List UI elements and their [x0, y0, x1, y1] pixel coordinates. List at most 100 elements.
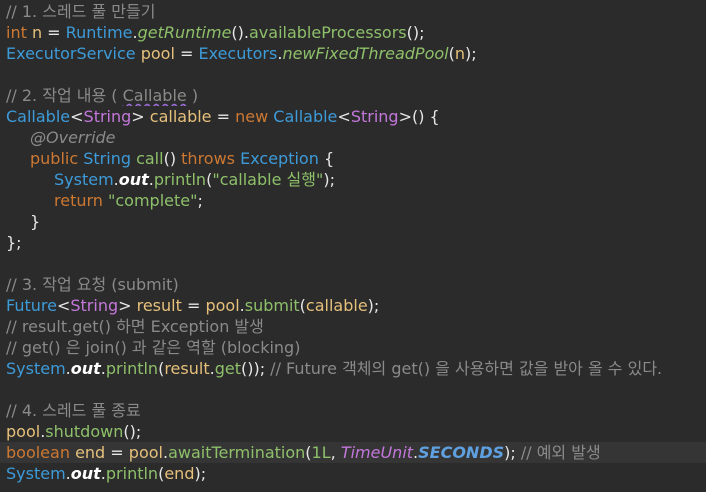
code-line[interactable]: // result.get() 하면 Exception 발생 [0, 316, 706, 337]
code-token: "callable 실행" [212, 170, 324, 189]
code-token: () [231, 23, 244, 42]
code-line[interactable]: pool.shutdown(); [0, 421, 706, 442]
code-token: Callable [6, 107, 71, 126]
code-token: println [153, 170, 207, 189]
code-token: // 2. 작업 내용 ( [6, 86, 123, 105]
code-token: { [318, 149, 335, 168]
code-token: String [350, 107, 399, 126]
code-token: < [56, 296, 71, 315]
code-token: >() { [398, 107, 440, 126]
code-token: throws [181, 149, 236, 168]
code-token: call [136, 149, 164, 168]
code-token: = [42, 23, 66, 42]
code-token: result [136, 296, 182, 315]
code-line[interactable] [0, 253, 706, 274]
code-token: out [70, 464, 101, 483]
code-token: Callable [122, 86, 187, 105]
code-line[interactable]: @Override [0, 127, 706, 148]
code-line[interactable]: System.out.println(end); [0, 463, 706, 484]
code-token: boolean [6, 443, 70, 462]
code-token: out [70, 359, 101, 378]
code-editor[interactable]: // 1. 스레드 풀 만들기 int n = Runtime.getRunti… [0, 0, 706, 492]
code-token: (); [406, 23, 425, 42]
code-line[interactable]: public String call() throws Exception { [0, 148, 706, 169]
code-token: // 3. 작업 요청 (submit) [6, 275, 179, 294]
code-token: newFixedThreadPool [282, 44, 449, 63]
code-line[interactable] [0, 64, 706, 85]
code-token: String [83, 107, 132, 126]
code-line[interactable]: Future<String> result = pool.submit(call… [0, 295, 706, 316]
code-token: n [31, 23, 43, 42]
code-token: submit [244, 296, 300, 315]
code-token: = [174, 44, 199, 63]
code-token: // result.get() 하면 Exception 발생 [6, 317, 264, 336]
code-token: = [181, 296, 206, 315]
code-token: int [6, 23, 27, 42]
code-token: pool [205, 296, 240, 315]
code-token: out [118, 170, 149, 189]
code-token: ExecutorService [6, 44, 136, 63]
code-token: System [54, 170, 114, 189]
code-token: }; [6, 233, 22, 252]
code-token: System [6, 464, 66, 483]
code-line[interactable]: return "complete"; [0, 190, 706, 211]
code-token: pool [128, 443, 163, 462]
code-token: n [454, 44, 465, 63]
code-token: System [6, 359, 66, 378]
code-line-current[interactable]: boolean end = pool.awaitTermination(1L, … [0, 442, 706, 463]
code-line[interactable]: // 3. 작업 요청 (submit) [0, 274, 706, 295]
code-token: < [337, 107, 351, 126]
code-token: } [30, 212, 41, 231]
code-token: ); [194, 464, 207, 483]
code-line[interactable]: // 1. 스레드 풀 만들기 [0, 1, 706, 22]
code-token: Future [6, 296, 57, 315]
code-token: pool [140, 44, 175, 63]
code-token: SECONDS [418, 443, 505, 462]
code-token: @Override [30, 128, 116, 147]
code-line[interactable]: System.out.println("callable 실행"); [0, 169, 706, 190]
code-token: = [211, 107, 236, 126]
code-token: ()); [240, 359, 271, 378]
code-token: ); [464, 44, 477, 63]
code-token: end [164, 464, 195, 483]
code-token: 1L [311, 443, 331, 462]
code-token: new [235, 107, 269, 126]
code-token: end [75, 443, 106, 462]
code-token: Runtime [65, 23, 133, 42]
code-line[interactable]: ExecutorService pool = Executors.newFixe… [0, 43, 706, 64]
code-token: , [330, 443, 341, 462]
code-token: get [214, 359, 241, 378]
code-line[interactable]: // get() 은 join() 과 같은 역할 (blocking) [0, 337, 706, 358]
code-token: ) [186, 86, 199, 105]
code-line[interactable]: System.out.println(result.get()); // Fut… [0, 358, 706, 379]
code-token: ); [367, 296, 380, 315]
code-token: awaitTermination [168, 443, 306, 462]
code-token: ; [197, 191, 203, 210]
code-token: ); [323, 170, 335, 189]
code-token: // 예외 발생 [520, 443, 601, 462]
code-token: availableProcessors [249, 23, 407, 42]
code-token: > [118, 296, 137, 315]
code-token: () [163, 149, 182, 168]
code-token: callable [149, 107, 212, 126]
code-token: // Future 객체의 get() 을 사용하면 값을 받아 올 수 있다. [270, 359, 663, 378]
code-line[interactable]: } [0, 211, 706, 232]
code-line[interactable]: // 2. 작업 내용 ( Callable ) [0, 85, 706, 106]
code-line[interactable] [0, 379, 706, 400]
code-line[interactable]: // 4. 스레드 풀 종료 [0, 400, 706, 421]
code-token: result [164, 359, 210, 378]
code-token: // 4. 스레드 풀 종료 [6, 401, 141, 420]
code-token: return [54, 191, 103, 210]
code-token: pool [6, 422, 41, 441]
code-token: println [105, 464, 159, 483]
code-line[interactable]: Callable<String> callable = new Callable… [0, 106, 706, 127]
code-token: // 1. 스레드 풀 만들기 [6, 2, 156, 21]
code-token: > [131, 107, 150, 126]
code-token: String [83, 149, 131, 168]
code-token: public [30, 149, 79, 168]
code-token: println [105, 359, 159, 378]
code-line[interactable]: }; [0, 232, 706, 253]
code-token: < [70, 107, 84, 126]
code-line[interactable]: int n = Runtime.getRuntime().availablePr… [0, 22, 706, 43]
code-token: Exception [240, 149, 319, 168]
